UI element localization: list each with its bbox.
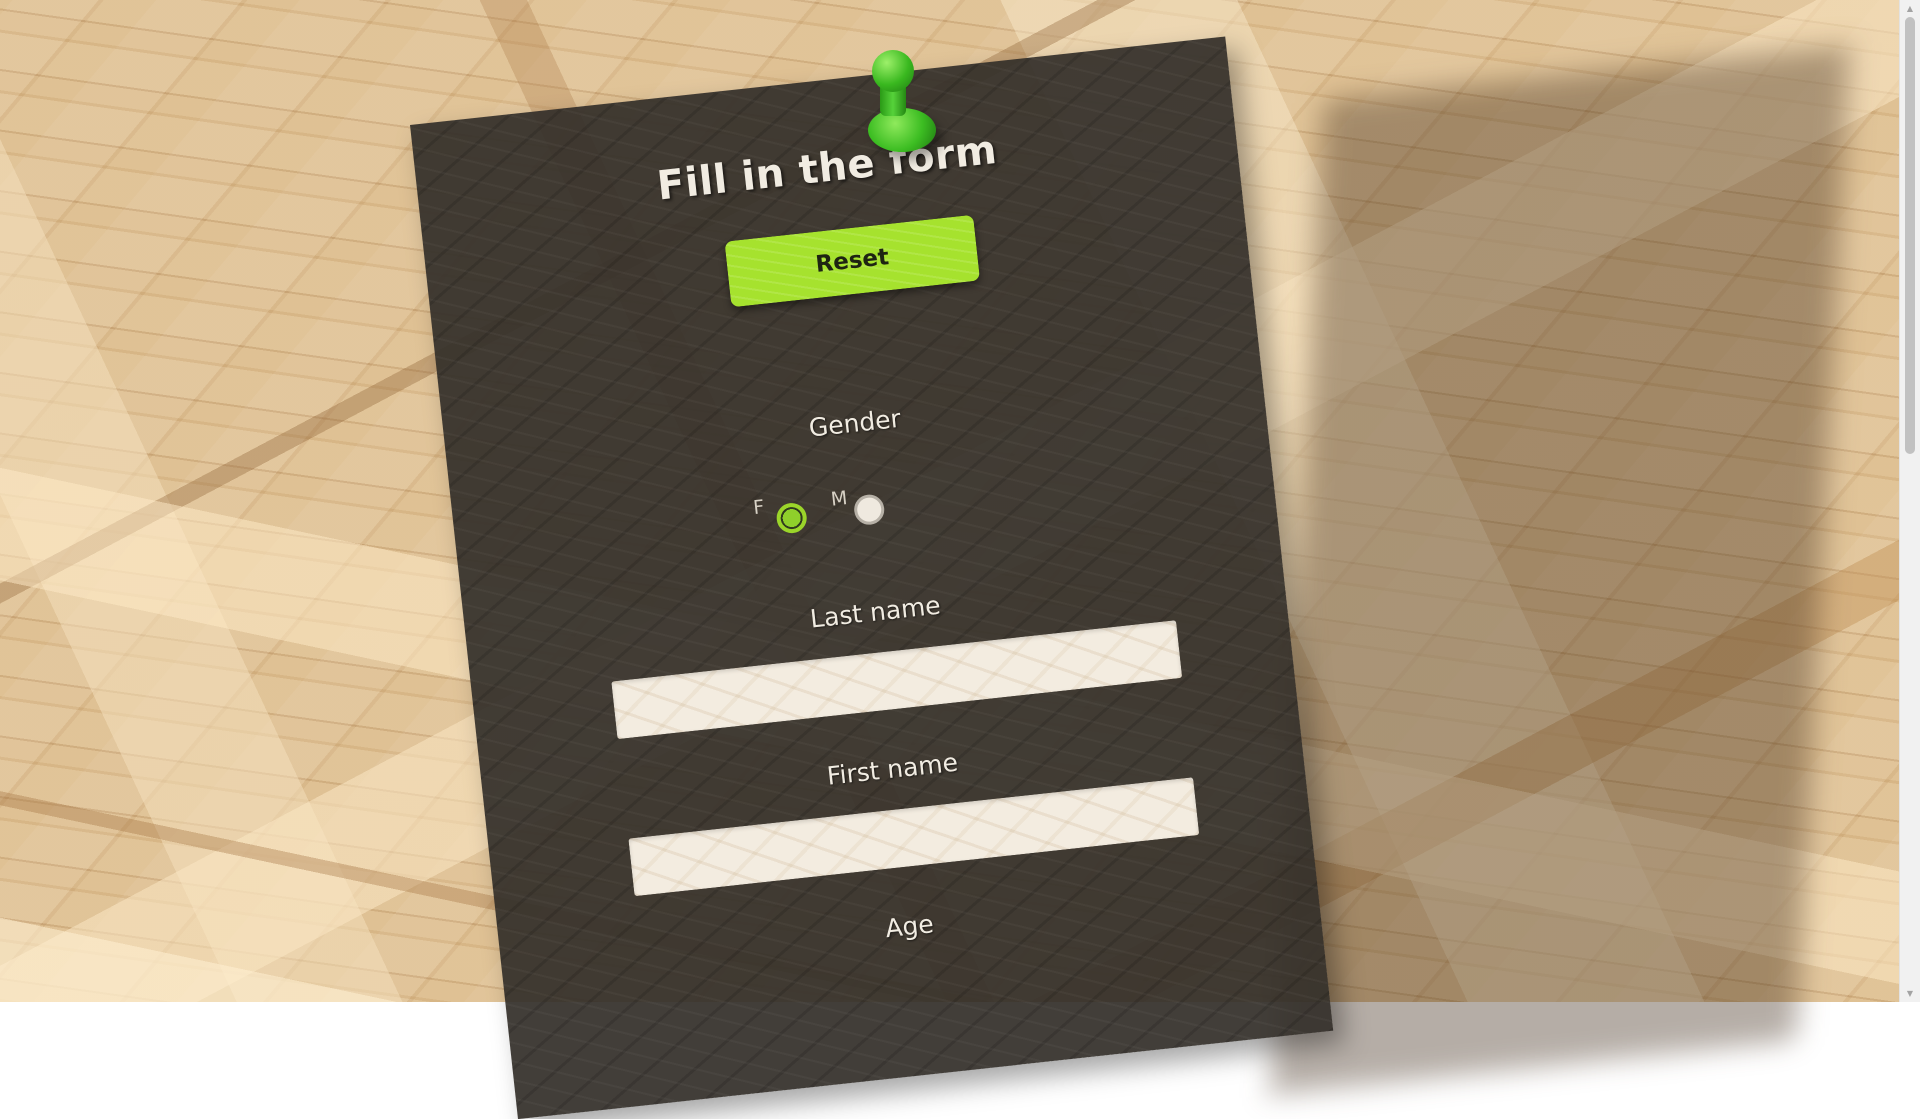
gender-f-radio[interactable] (775, 501, 809, 535)
form-title: Fill in the form (654, 126, 1000, 210)
scroll-down-icon[interactable]: ▼ (1900, 985, 1920, 1002)
gender-f-label: F (752, 496, 766, 520)
scroll-up-icon[interactable]: ▲ (1900, 0, 1920, 17)
scrollbar-thumb[interactable] (1905, 17, 1915, 454)
vertical-scrollbar[interactable]: ▲ ▼ (1899, 0, 1920, 1002)
gender-m-label: M (829, 487, 849, 511)
gender-m-radio[interactable] (852, 493, 886, 527)
gender-option-m: M (830, 475, 945, 537)
reset-button[interactable]: Reset (724, 214, 981, 308)
pushpin-icon (868, 50, 948, 152)
pushpin-head (872, 50, 914, 92)
paper-shadow (1270, 45, 1850, 1095)
form-sheet: Fill in the form Reset Gender F M Last n… (410, 36, 1334, 1119)
age-label: Age (883, 909, 936, 944)
